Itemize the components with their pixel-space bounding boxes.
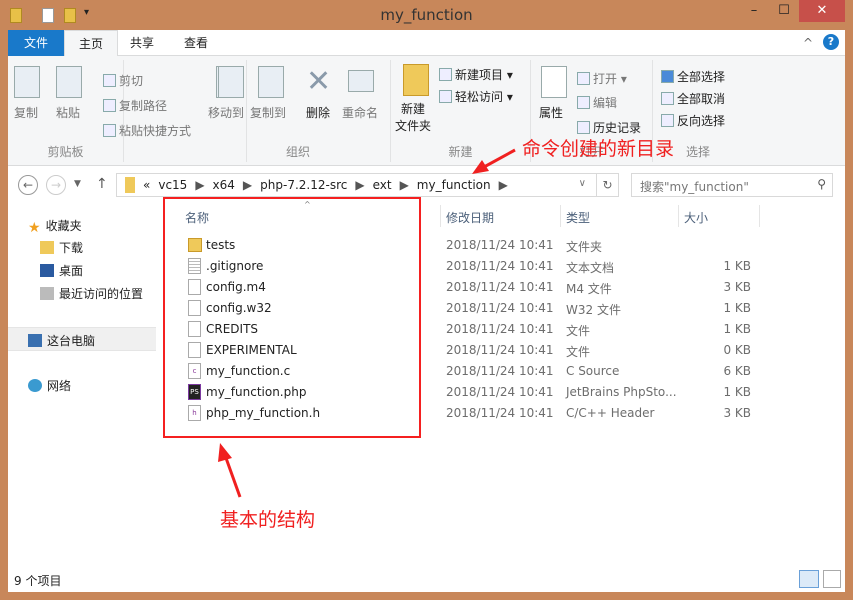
annotation-arrows	[218, 148, 516, 498]
annotation-arrow-top	[472, 148, 516, 174]
annotation-arrow-bottom	[218, 443, 242, 498]
